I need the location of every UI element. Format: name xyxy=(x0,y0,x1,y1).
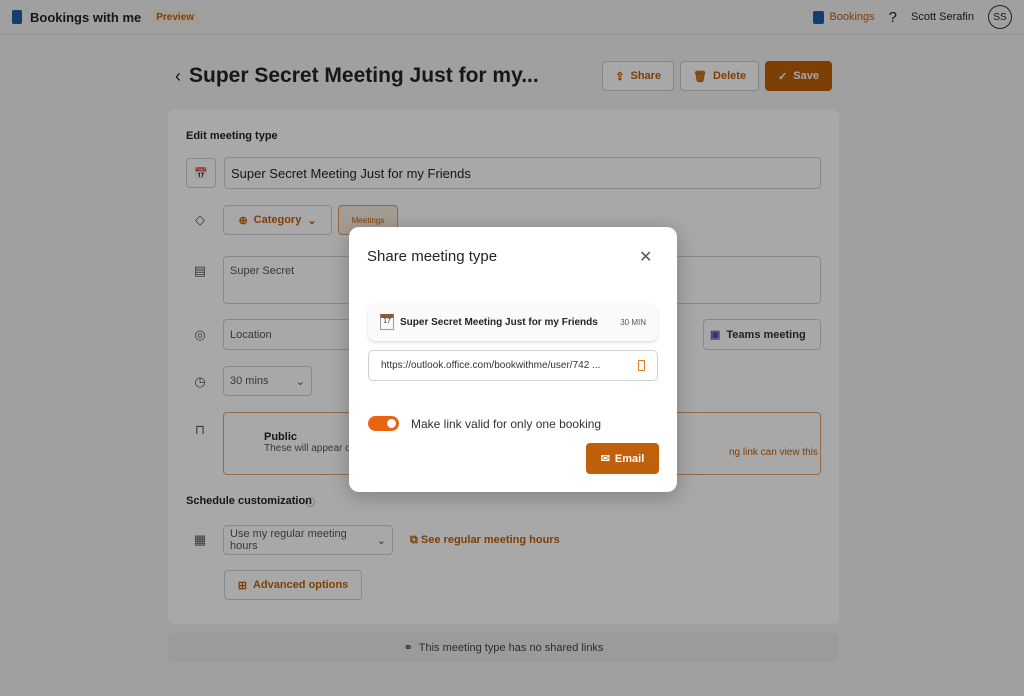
toggle-label: Make link valid for only one booking xyxy=(411,417,602,431)
meeting-summary: 17 Super Secret Meeting Just for my Frie… xyxy=(368,303,658,341)
dialog-title: Share meeting type xyxy=(367,248,498,265)
email-button[interactable]: ✉ Email xyxy=(586,443,659,474)
booking-url-field[interactable]: https://outlook.office.com/bookwithme/us… xyxy=(368,350,658,381)
meeting-name: Super Secret Meeting Just for my Friends xyxy=(400,316,598,328)
meeting-duration: 30 MIN xyxy=(620,317,646,327)
share-dialog: Share meeting type ✕ 17 Super Secret Mee… xyxy=(349,227,677,492)
calendar-icon: 17 xyxy=(380,314,394,330)
single-use-toggle[interactable] xyxy=(368,416,399,431)
booking-url: https://outlook.office.com/bookwithme/us… xyxy=(381,360,601,371)
close-icon[interactable]: ✕ xyxy=(639,247,652,267)
copy-icon[interactable] xyxy=(638,360,645,371)
mail-icon: ✉ xyxy=(600,453,610,465)
email-label: Email xyxy=(614,452,645,465)
